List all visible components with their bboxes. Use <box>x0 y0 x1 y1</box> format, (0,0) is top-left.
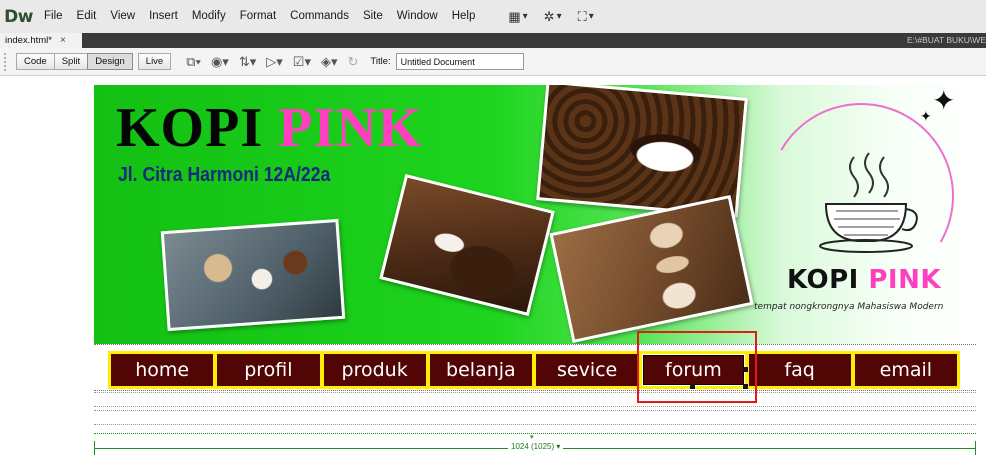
toolbar-grip[interactable] <box>4 52 12 71</box>
coffee-cup-icon <box>819 152 918 253</box>
empty-row-1[interactable] <box>94 392 976 407</box>
small-sparkle-icon: ✦ <box>920 108 932 124</box>
ruler-top-line <box>94 433 976 434</box>
ruler-caret-icon: ▾ <box>530 434 534 441</box>
multiscreen-icon[interactable]: ⧉▾ <box>186 54 201 70</box>
nav-item-sevice[interactable]: sevice <box>536 354 639 386</box>
highlight-box <box>637 331 757 403</box>
banner-title: KOPI PINK <box>116 100 422 156</box>
empty-row-2[interactable] <box>94 410 976 425</box>
nav-item-belanja[interactable]: belanja <box>429 354 532 386</box>
visual-aids-icon[interactable]: ◈▾ <box>321 54 338 70</box>
menu-site[interactable]: Site <box>356 0 390 33</box>
latte-art-photo <box>549 194 754 344</box>
kopi-pink-logo: ✦ ✦ KOPI PINK tempat nongkrongnya Mahasi… <box>747 85 976 344</box>
nav-item-faq[interactable]: faq <box>748 354 851 386</box>
menu-edit[interactable]: Edit <box>70 0 104 33</box>
ruler-right-tick <box>975 441 976 455</box>
refresh-icon[interactable]: ↻ <box>348 54 359 70</box>
banner-title-kopi: KOPI <box>116 97 264 159</box>
site-icon[interactable]: ⛶ ▾ <box>578 9 594 25</box>
nav-bar: home profil produk belanja sevice forum … <box>108 351 960 389</box>
design-view-button[interactable]: Design <box>87 53 133 70</box>
code-view-button[interactable]: Code <box>16 53 55 70</box>
split-view-button[interactable]: Split <box>53 53 89 70</box>
title-label: Title: <box>370 56 391 67</box>
nav-container: home profil produk belanja sevice forum … <box>94 344 976 391</box>
settings-icon[interactable]: ✲ ▾ <box>544 9 562 25</box>
coffee-cup-beans-photo <box>379 173 555 317</box>
file-management-icon[interactable]: ⇅▾ <box>239 54 256 70</box>
menu-help[interactable]: Help <box>445 0 483 33</box>
nav-item-home[interactable]: home <box>111 354 214 386</box>
banner-title-pink: PINK <box>278 97 423 159</box>
check-browser-icon[interactable]: ☑▾ <box>293 54 311 70</box>
logo-tagline: tempat nongkrongnya Mahasiswa Modern <box>754 302 944 312</box>
document-toolbar: Code Split Design Live ⧉▾ ◉▾ ⇅▾ ▷▾ ☑▾ ◈▾… <box>0 48 986 76</box>
menu-window[interactable]: Window <box>390 0 445 33</box>
nav-item-profil[interactable]: profil <box>217 354 320 386</box>
sparkle-icon: ✦ <box>932 85 956 116</box>
banner-address: Jl. Citra Harmoni 12A/22a <box>118 164 331 186</box>
logo-text-pink: PINK <box>868 265 942 295</box>
menu-view[interactable]: View <box>103 0 142 33</box>
close-icon[interactable]: × <box>60 35 66 46</box>
nav-item-produk[interactable]: produk <box>323 354 426 386</box>
menu-commands[interactable]: Commands <box>283 0 356 33</box>
menu-modify[interactable]: Modify <box>185 0 233 33</box>
menu-insert[interactable]: Insert <box>142 0 185 33</box>
ruler-width-label[interactable]: 1024 (1025) ▾ <box>508 442 564 451</box>
logo-text: KOPI PINK <box>787 265 941 295</box>
coffee-friends-photo <box>160 218 346 332</box>
design-canvas: KOPI PINK Jl. Citra Harmoni 12A/22a ✦ ✦ … <box>0 76 986 459</box>
document-tab-label: index.html* <box>5 35 52 46</box>
menu-format[interactable]: Format <box>233 0 283 33</box>
menu-bar: Dw File Edit View Insert Modify Format C… <box>0 0 986 33</box>
app-logo: Dw <box>4 6 33 27</box>
document-tab-bar: index.html* × E:\#BUAT BUKU\WE <box>0 33 986 48</box>
live-view-button[interactable]: Live <box>137 53 172 70</box>
logo-text-kopi: KOPI <box>787 265 859 295</box>
w3c-validation-icon[interactable]: ▷▾ <box>266 54 283 70</box>
title-input[interactable] <box>395 53 524 70</box>
document-tab[interactable]: index.html* × <box>0 33 82 48</box>
width-ruler[interactable]: 1024 (1025) ▾ <box>94 441 976 455</box>
menu-file[interactable]: File <box>37 0 70 33</box>
file-path: E:\#BUAT BUKU\WE <box>906 35 986 45</box>
header-banner: KOPI PINK Jl. Citra Harmoni 12A/22a ✦ ✦ … <box>94 85 976 344</box>
preview-browser-icon[interactable]: ◉▾ <box>211 54 229 70</box>
layout-icon[interactable]: ▦ ▾ <box>508 9 527 25</box>
ruler-left-tick <box>94 441 95 455</box>
nav-item-email[interactable]: email <box>854 354 957 386</box>
